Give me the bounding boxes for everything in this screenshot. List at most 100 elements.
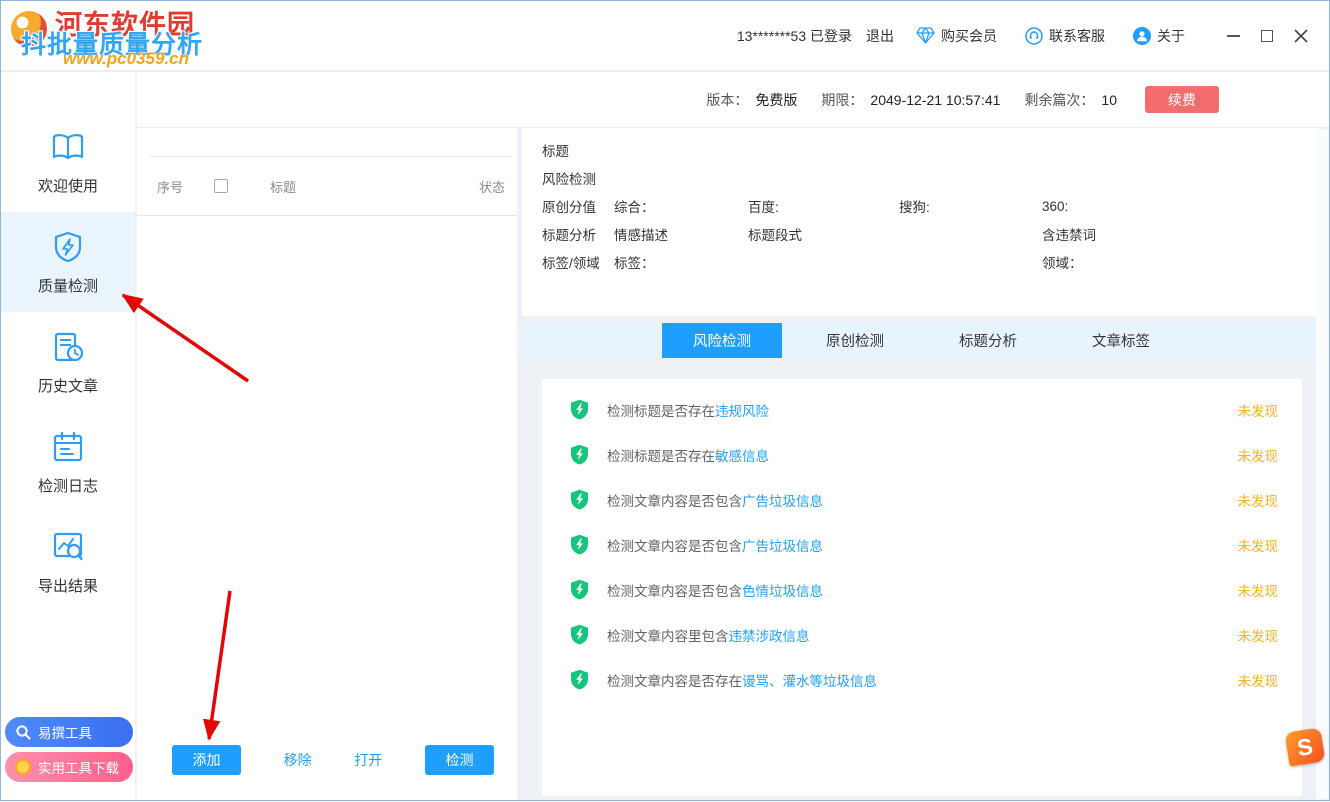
about-button[interactable]: 关于	[1133, 26, 1185, 46]
contact-support-button[interactable]: 联系客服	[1025, 26, 1105, 46]
sidebar-item-history[interactable]: 历史文章	[1, 312, 135, 412]
sidebar-tools: 易撰工具 实用工具下载	[5, 717, 133, 782]
close-button[interactable]	[1287, 22, 1315, 50]
column-index: 序号	[157, 177, 183, 196]
detail-tabbar: 风险检测 原创检测 标题分析 文章标签	[522, 323, 1317, 358]
version-label: 版本：	[706, 90, 748, 110]
check-status: 未发现	[1238, 490, 1279, 510]
check-keyword[interactable]: 违规风险	[715, 404, 769, 419]
title-analysis-row: 标题分析 情感描述 标题段式 含违禁词	[542, 220, 1317, 248]
tag-field: 标签：	[614, 252, 748, 272]
headset-icon	[1025, 27, 1043, 45]
shield-bolt-icon	[49, 228, 87, 266]
check-item: 检测标题是否存在违规风险 未发现	[542, 387, 1302, 432]
remaining-label: 剩余篇次：	[1024, 90, 1094, 110]
yizhuan-tools-button[interactable]: 易撰工具	[5, 717, 133, 747]
shield-check-icon	[570, 624, 589, 645]
originality-score-row: 原创分值 综合： 百度: 搜狗: 360:	[542, 192, 1317, 220]
open-button[interactable]: 打开	[354, 750, 382, 770]
version-value: 免费版	[755, 90, 797, 110]
titlebar: 13*******53 已登录 退出 购买会员 联系客服	[1, 1, 1329, 71]
calendar-icon	[49, 428, 87, 466]
sidebar: 欢迎使用 质量检测 历史文章	[1, 72, 136, 800]
content-area: 序号 标题 状态 添加 移除 打开 检测 标题 风险检测	[137, 128, 1329, 800]
shield-check-icon	[570, 399, 589, 420]
tab-originality-check[interactable]: 原创检测	[795, 323, 915, 358]
contact-support-label: 联系客服	[1049, 26, 1105, 46]
check-item: 检测文章内容是否包含广告垃圾信息 未发现	[542, 477, 1302, 522]
sidebar-label-history: 历史文章	[38, 375, 98, 396]
check-item: 检测文章内容是否包含色情垃圾信息 未发现	[542, 567, 1302, 612]
utility-download-label: 实用工具下载	[38, 757, 119, 777]
domain-field: 领域：	[1042, 252, 1317, 272]
select-all-checkbox[interactable]	[214, 179, 228, 193]
shield-check-icon	[570, 489, 589, 510]
tab-article-tags[interactable]: 文章标签	[1061, 323, 1181, 358]
check-status: 未发现	[1238, 535, 1279, 555]
article-list-panel: 序号 标题 状态 添加 移除 打开 检测	[137, 128, 517, 800]
maximize-icon	[1261, 30, 1273, 42]
check-text: 检测文章内容里包含违禁涉政信息	[607, 625, 810, 645]
minimize-icon	[1227, 35, 1240, 37]
score-sogou: 搜狗:	[899, 196, 1042, 216]
buy-vip-button[interactable]: 购买会员	[916, 26, 997, 46]
expiry-value: 2049-12-21 10:57:41	[870, 92, 1000, 108]
score-baidu: 百度:	[748, 196, 899, 216]
sidebar-item-logs[interactable]: 检测日志	[1, 412, 135, 512]
score-label: 原创分值	[542, 196, 614, 216]
check-status: 未发现	[1238, 445, 1279, 465]
check-text: 检测标题是否存在敏感信息	[607, 445, 769, 465]
sidebar-item-quality-check[interactable]: 质量检测	[1, 212, 135, 312]
sidebar-item-export[interactable]: 导出结果	[1, 512, 135, 612]
tab-title-analysis[interactable]: 标题分析	[928, 323, 1048, 358]
check-text: 检测标题是否存在违规风险	[607, 400, 769, 420]
close-icon	[1294, 29, 1308, 43]
check-keyword[interactable]: 色情垃圾信息	[742, 584, 823, 599]
sidebar-label-welcome: 欢迎使用	[38, 175, 98, 196]
check-keyword[interactable]: 敏感信息	[715, 449, 769, 464]
detect-button[interactable]: 检测	[425, 745, 494, 775]
check-item: 检测文章内容里包含违禁涉政信息 未发现	[542, 612, 1302, 657]
check-keyword[interactable]: 广告垃圾信息	[742, 494, 823, 509]
shield-check-icon	[570, 534, 589, 555]
sogou-ime-icon[interactable]: S	[1285, 727, 1326, 766]
check-item: 检测标题是否存在敏感信息 未发现	[542, 432, 1302, 477]
doc-clock-icon	[49, 328, 87, 366]
account-status: 13*******53 已登录	[737, 26, 852, 46]
analysis-pattern: 标题段式	[748, 224, 899, 244]
risk-check-list: 检测标题是否存在违规风险 未发现 检测标题是否存在敏感信息 未发现	[542, 379, 1302, 796]
scrollbar-track[interactable]	[1316, 129, 1328, 799]
buy-vip-label: 购买会员	[941, 26, 997, 46]
coin-icon	[15, 759, 31, 775]
check-keyword[interactable]: 谩骂、灌水等垃圾信息	[742, 674, 877, 689]
utility-download-button[interactable]: 实用工具下载	[5, 752, 133, 782]
renew-button[interactable]: 续费	[1145, 86, 1219, 113]
tag-label: 标签/领域	[542, 252, 614, 272]
check-keyword[interactable]: 广告垃圾信息	[742, 539, 823, 554]
check-text: 检测文章内容是否包含色情垃圾信息	[607, 580, 823, 600]
detail-panel: 标题 风险检测 原创分值 综合： 百度: 搜狗: 360: 标题分析 情感描述 …	[522, 128, 1317, 800]
tab-risk-check[interactable]: 风险检测	[662, 323, 782, 358]
logout-link[interactable]: 退出	[866, 26, 894, 46]
book-icon	[49, 128, 87, 166]
maximize-button[interactable]	[1253, 22, 1281, 50]
expiry-label: 期限：	[821, 90, 863, 110]
list-actions: 添加 移除 打开 检测	[137, 745, 517, 775]
check-status: 未发现	[1238, 580, 1279, 600]
analysis-emotion: 情感描述	[614, 224, 748, 244]
check-status: 未发现	[1238, 400, 1279, 420]
check-keyword[interactable]: 违禁涉政信息	[729, 629, 810, 644]
remove-button[interactable]: 移除	[284, 750, 312, 770]
column-status: 状态	[479, 177, 505, 196]
add-button[interactable]: 添加	[172, 745, 241, 775]
check-text: 检测文章内容是否包含广告垃圾信息	[607, 490, 823, 510]
license-infobar: 版本： 免费版 期限： 2049-12-21 10:57:41 剩余篇次： 10…	[137, 72, 1329, 128]
sidebar-label-export: 导出结果	[38, 575, 98, 596]
about-label: 关于	[1157, 26, 1185, 46]
yizhuan-tools-label: 易撰工具	[38, 722, 92, 742]
score-overall: 综合：	[614, 196, 748, 216]
check-text: 检测文章内容是否包含广告垃圾信息	[607, 535, 823, 555]
app-window: 13*******53 已登录 退出 购买会员 联系客服	[0, 0, 1330, 801]
minimize-button[interactable]	[1219, 22, 1247, 50]
sidebar-item-welcome[interactable]: 欢迎使用	[1, 112, 135, 212]
